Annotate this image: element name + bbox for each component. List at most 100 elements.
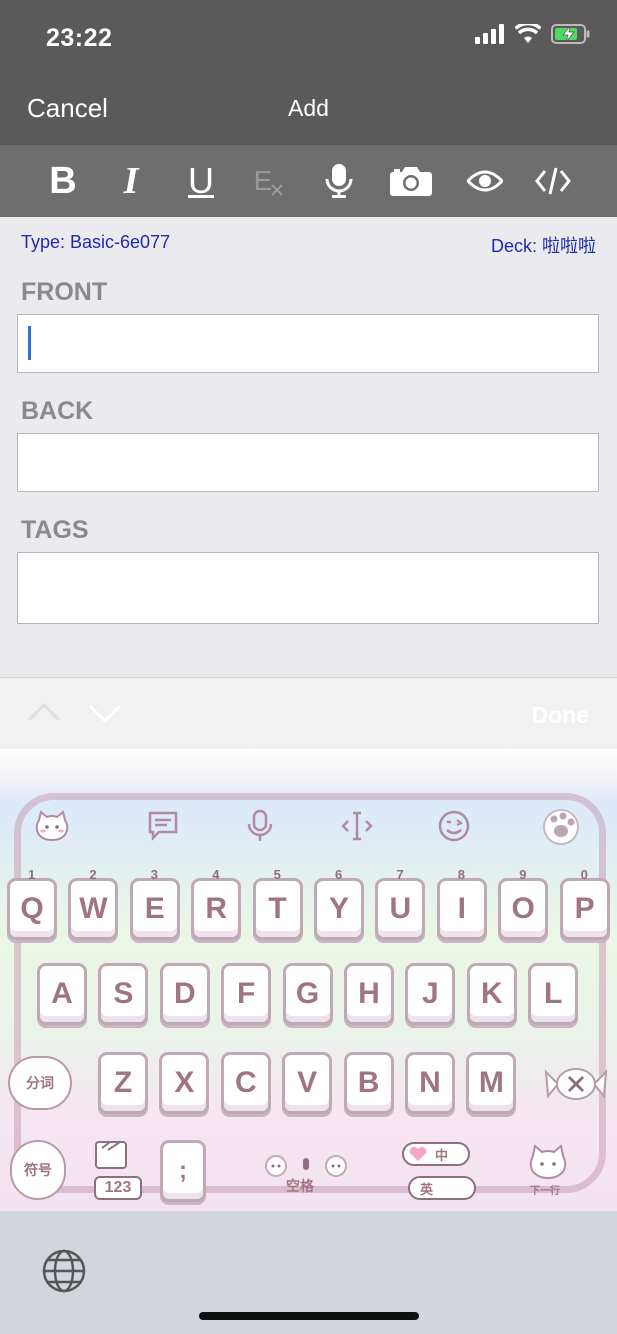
heart-icon: [409, 1146, 427, 1161]
language-zh-label: 中: [435, 1147, 449, 1163]
key-number-hint: 7: [396, 867, 404, 882]
key-number-hint: 8: [457, 867, 466, 882]
back-label: BACK: [21, 397, 94, 425]
back-field[interactable]: [17, 433, 599, 492]
key-l[interactable]: L: [528, 963, 579, 1025]
key-label: A: [51, 977, 73, 1010]
punctuation-key-label: ;: [179, 1157, 187, 1184]
key-label: L: [544, 977, 563, 1010]
key-label: C: [234, 1066, 257, 1099]
key-s[interactable]: S: [98, 963, 149, 1025]
status-time: 23:22: [46, 24, 113, 52]
done-button[interactable]: Done: [532, 702, 590, 729]
html-editor-button[interactable]: [528, 157, 578, 205]
preview-button[interactable]: [460, 157, 510, 205]
segment-key[interactable]: 分词: [8, 1056, 72, 1110]
key-label: D: [173, 977, 196, 1010]
key-j[interactable]: J: [405, 963, 456, 1025]
key-label: N: [419, 1066, 441, 1099]
key-i[interactable]: 8I: [436, 867, 487, 940]
key-label: U: [389, 892, 412, 925]
cat-logo-button[interactable]: [32, 806, 72, 846]
keyboard-chat-button[interactable]: [143, 806, 183, 846]
key-z[interactable]: Z: [98, 1052, 148, 1114]
key-label: T: [268, 892, 287, 925]
key-k[interactable]: K: [466, 963, 517, 1025]
key-a[interactable]: A: [37, 963, 87, 1025]
key-v[interactable]: V: [282, 1052, 333, 1114]
front-field[interactable]: [17, 314, 599, 373]
key-label: Y: [328, 892, 349, 925]
key-u[interactable]: 7U: [375, 867, 426, 940]
key-number-hint: 6: [335, 867, 343, 882]
previous-field-button[interactable]: [26, 700, 62, 724]
key-q[interactable]: 1Q: [7, 867, 57, 940]
return-key[interactable]: 下一行: [524, 1142, 572, 1200]
key-label: B: [357, 1066, 380, 1099]
tags-field[interactable]: [17, 552, 599, 624]
bold-button[interactable]: B: [38, 157, 88, 205]
camera-button[interactable]: [386, 157, 436, 205]
key-number-hint: 1: [28, 867, 36, 882]
key-r[interactable]: 4R: [191, 867, 242, 940]
next-field-button[interactable]: [87, 702, 123, 726]
camera-icon: [390, 167, 432, 196]
keyboard-cursor-button[interactable]: [337, 806, 377, 846]
keyboard-voice-button[interactable]: [240, 806, 280, 846]
key-label: I: [457, 892, 466, 925]
key-label: F: [237, 977, 256, 1010]
cat-icon: [35, 810, 69, 842]
wifi-icon: [515, 24, 541, 43]
key-e[interactable]: 3E: [129, 867, 180, 940]
number-key-label: 123: [94, 1176, 142, 1200]
key-b[interactable]: B: [343, 1052, 394, 1114]
deck-link[interactable]: Deck: 啦啦啦: [491, 232, 596, 258]
key-g[interactable]: G: [282, 963, 333, 1025]
number-key[interactable]: 123: [86, 1140, 148, 1202]
key-h[interactable]: H: [344, 963, 394, 1025]
key-p[interactable]: 0P: [559, 867, 610, 940]
key-o[interactable]: 9O: [498, 867, 549, 940]
battery-charging-icon: [551, 24, 590, 44]
return-key-label: 下一行: [530, 1186, 560, 1197]
key-label: V: [297, 1066, 318, 1099]
key-label: K: [480, 977, 503, 1010]
microphone-icon: [247, 809, 273, 841]
microphone-icon: [325, 164, 353, 198]
space-key[interactable]: 空格: [256, 1150, 356, 1194]
key-y[interactable]: 6Y: [314, 867, 364, 940]
key-t[interactable]: 5T: [252, 867, 303, 940]
key-f[interactable]: F: [221, 963, 272, 1025]
language-en-pill: 英: [408, 1176, 476, 1200]
key-w[interactable]: 2W: [68, 867, 119, 940]
symbol-key[interactable]: 符号: [10, 1140, 66, 1200]
delete-key[interactable]: [544, 1062, 608, 1106]
eye-icon: [467, 170, 503, 192]
key-d[interactable]: D: [159, 963, 210, 1025]
italic-button[interactable]: I: [106, 157, 156, 205]
globe-icon[interactable]: [41, 1248, 87, 1294]
keyboard-emoji-button[interactable]: [434, 806, 474, 846]
delete-candy-icon: [544, 1068, 608, 1100]
key-label: S: [113, 977, 134, 1010]
note-type-link[interactable]: Type: Basic-6e077: [21, 232, 170, 253]
keyboard-accessory-bar: Done: [0, 678, 617, 749]
key-label: W: [79, 892, 108, 925]
key-m[interactable]: M: [466, 1052, 517, 1114]
key-label: H: [358, 977, 380, 1010]
key-n[interactable]: N: [405, 1052, 455, 1114]
underline-button[interactable]: U: [176, 157, 226, 205]
clear-x-icon: [271, 184, 284, 196]
key-x[interactable]: X: [159, 1052, 210, 1114]
keyboard-skin-button[interactable]: [541, 806, 581, 846]
microphone-button[interactable]: [314, 157, 364, 205]
key-label: J: [422, 977, 439, 1010]
key-label: Q: [20, 892, 44, 925]
key-label: G: [295, 977, 320, 1010]
clear-format-button[interactable]: E: [244, 157, 294, 205]
language-switch-key[interactable]: 中 英: [402, 1142, 476, 1202]
punctuation-key[interactable]: ;: [160, 1140, 206, 1202]
key-c[interactable]: C: [220, 1052, 271, 1114]
tags-label: TAGS: [21, 516, 89, 544]
nav-bar: Cancel Add: [0, 76, 617, 145]
